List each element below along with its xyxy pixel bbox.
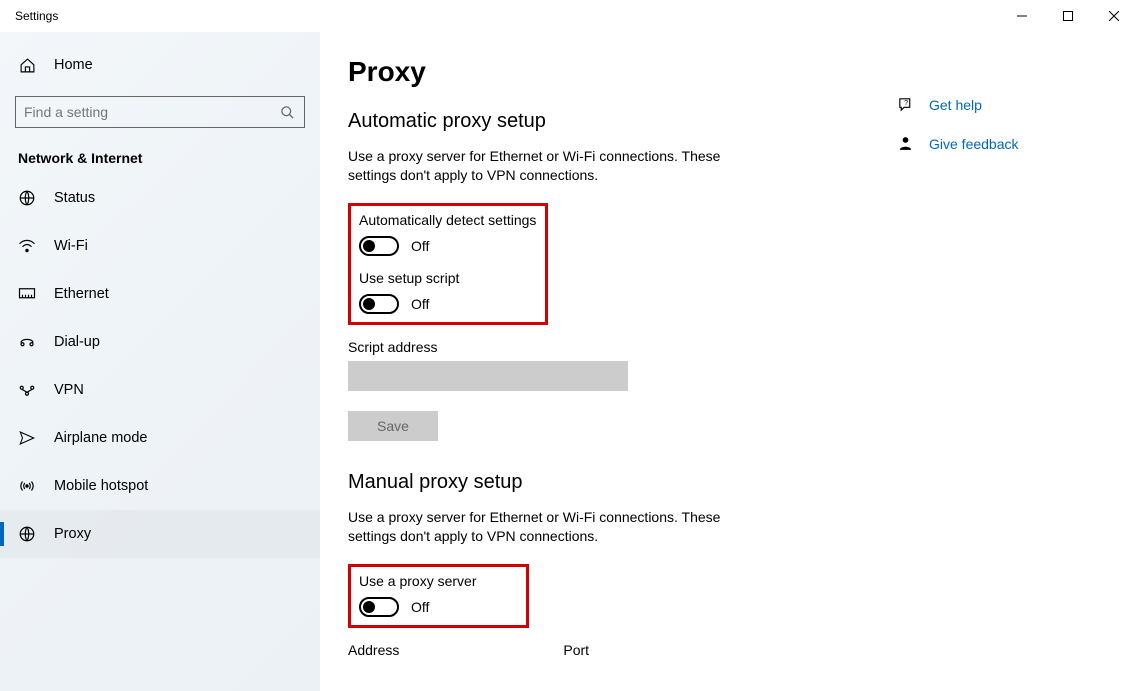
svg-text:?: ? <box>904 99 908 107</box>
port-label: Port <box>563 642 589 658</box>
search-icon <box>280 105 296 120</box>
address-label: Address <box>348 642 399 658</box>
sidebar-item-label: Ethernet <box>54 286 109 302</box>
give-feedback-link[interactable]: Give feedback <box>897 135 1097 152</box>
maximize-button[interactable] <box>1045 0 1091 32</box>
main-content: Proxy Automatic proxy setup Use a proxy … <box>320 32 1137 691</box>
page-title: Proxy <box>348 56 858 88</box>
manual-section-title: Manual proxy setup <box>348 471 858 494</box>
auto-highlight-box: Automatically detect settings Off Use se… <box>348 203 548 325</box>
home-label: Home <box>54 57 93 73</box>
sidebar-item-vpn[interactable]: VPN <box>0 366 320 414</box>
use-proxy-label: Use a proxy server <box>359 573 476 589</box>
window-title: Settings <box>15 9 58 23</box>
sidebar-section-title: Network & Internet <box>0 128 320 174</box>
script-address-input[interactable] <box>348 361 628 391</box>
auto-section-desc: Use a proxy server for Ethernet or Wi-Fi… <box>348 147 758 185</box>
feedback-icon <box>897 135 915 152</box>
airplane-icon <box>18 429 36 447</box>
window-controls <box>999 0 1137 32</box>
proxy-icon <box>18 525 36 543</box>
sidebar-item-proxy[interactable]: Proxy <box>0 510 320 558</box>
auto-detect-state: Off <box>411 238 429 254</box>
sidebar-item-label: Status <box>54 190 95 206</box>
save-button[interactable]: Save <box>348 411 438 441</box>
setup-script-label: Use setup script <box>359 270 537 286</box>
setup-script-toggle[interactable] <box>359 294 399 314</box>
sidebar-item-label: Mobile hotspot <box>54 478 148 494</box>
setup-script-state: Off <box>411 296 429 312</box>
vpn-icon <box>18 383 36 397</box>
sidebar-item-dialup[interactable]: Dial-up <box>0 318 320 366</box>
hotspot-icon <box>18 478 36 494</box>
sidebar-item-label: Airplane mode <box>54 430 148 446</box>
dialup-icon <box>18 335 36 349</box>
sidebar-item-label: Proxy <box>54 526 91 542</box>
sidebar-item-label: VPN <box>54 382 84 398</box>
close-button[interactable] <box>1091 0 1137 32</box>
ethernet-icon <box>18 287 36 301</box>
help-icon: ? <box>897 96 915 113</box>
title-bar: Settings <box>0 0 1137 32</box>
use-proxy-toggle[interactable] <box>359 597 399 617</box>
give-feedback-text[interactable]: Give feedback <box>929 136 1019 152</box>
sidebar-item-label: Wi-Fi <box>54 238 88 254</box>
home-icon <box>18 57 36 74</box>
sidebar-item-status[interactable]: Status <box>0 174 320 222</box>
search-input[interactable] <box>24 104 280 120</box>
sidebar: Home Network & Internet Status Wi-Fi <box>0 32 320 691</box>
get-help-link[interactable]: ? Get help <box>897 96 1097 113</box>
use-proxy-state: Off <box>411 599 429 615</box>
sidebar-item-wifi[interactable]: Wi-Fi <box>0 222 320 270</box>
manual-highlight-box: Use a proxy server Off <box>348 564 529 628</box>
sidebar-item-airplane[interactable]: Airplane mode <box>0 414 320 462</box>
auto-detect-toggle[interactable] <box>359 236 399 256</box>
home-nav[interactable]: Home <box>0 40 320 90</box>
manual-section-desc: Use a proxy server for Ethernet or Wi-Fi… <box>348 508 758 546</box>
minimize-button[interactable] <box>999 0 1045 32</box>
sidebar-item-hotspot[interactable]: Mobile hotspot <box>0 462 320 510</box>
get-help-text[interactable]: Get help <box>929 97 982 113</box>
script-address-label: Script address <box>348 339 858 355</box>
sidebar-item-ethernet[interactable]: Ethernet <box>0 270 320 318</box>
status-icon <box>18 189 36 207</box>
search-box[interactable] <box>15 96 305 128</box>
side-links: ? Get help Give feedback <box>897 56 1097 691</box>
auto-detect-label: Automatically detect settings <box>359 212 537 228</box>
auto-section-title: Automatic proxy setup <box>348 110 858 133</box>
sidebar-item-label: Dial-up <box>54 334 100 350</box>
wifi-icon <box>18 239 36 253</box>
